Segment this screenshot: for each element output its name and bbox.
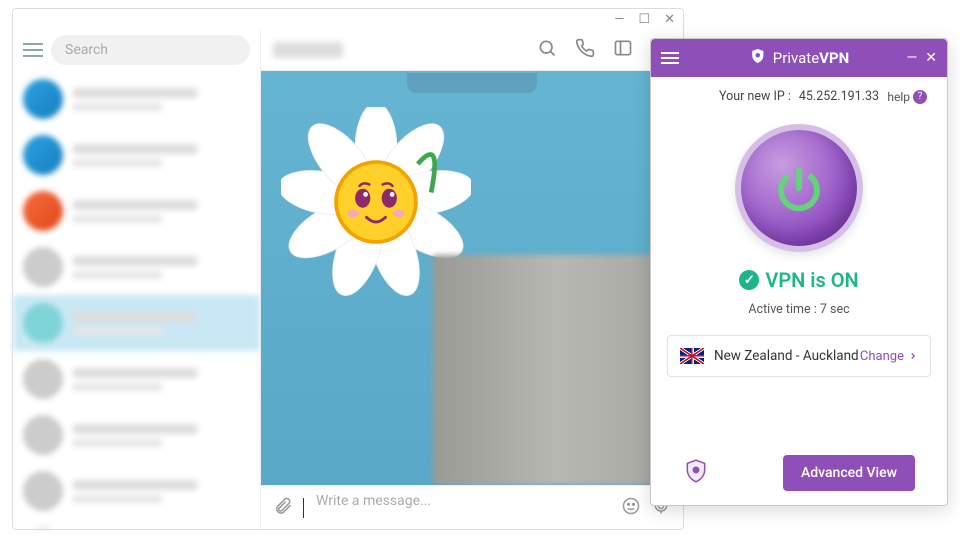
- vpn-location-selector[interactable]: New Zealand - Auckland Change: [667, 335, 931, 377]
- vpn-titlebar: PrivateVPN — ✕: [651, 39, 947, 77]
- check-icon: ✓: [739, 270, 759, 290]
- call-icon[interactable]: [575, 38, 595, 62]
- vpn-brand: PrivateVPN: [749, 47, 849, 69]
- vpn-active-time: Active time : 7 sec: [667, 302, 931, 317]
- image-attachment: [433, 255, 683, 485]
- ip-value: 45.252.191.33: [799, 89, 879, 104]
- change-location-link[interactable]: Change: [860, 349, 918, 364]
- chevron-right-icon: [908, 351, 918, 361]
- chat-header: [261, 29, 683, 71]
- vpn-ip-row: Your new IP : 45.252.191.33 help?: [667, 89, 931, 104]
- maximize-icon[interactable]: ☐: [638, 12, 650, 27]
- list-item[interactable]: [13, 183, 260, 239]
- list-item[interactable]: [13, 463, 260, 519]
- help-link[interactable]: help?: [887, 90, 927, 104]
- message-composer: Write a message...: [261, 485, 683, 529]
- minimize-icon[interactable]: —: [906, 50, 917, 66]
- list-item[interactable]: [13, 519, 260, 529]
- shield-icon: [683, 458, 709, 488]
- message-input[interactable]: Write a message...: [314, 493, 611, 523]
- search-input[interactable]: Search: [51, 35, 250, 65]
- list-item[interactable]: [13, 71, 260, 127]
- menu-icon[interactable]: [23, 49, 43, 51]
- help-icon: ?: [913, 90, 927, 104]
- close-icon[interactable]: ✕: [664, 12, 675, 27]
- chat-sidebar: Search: [13, 29, 261, 529]
- chat-list: [13, 71, 260, 529]
- list-item[interactable]: [13, 295, 260, 351]
- chat-canvas: [261, 71, 683, 485]
- advanced-view-button[interactable]: Advanced View: [783, 455, 915, 491]
- list-item[interactable]: [13, 407, 260, 463]
- shield-icon: [749, 47, 767, 69]
- chat-main: Write a message...: [261, 29, 683, 529]
- sidebar-toggle-icon[interactable]: [613, 38, 633, 62]
- chat-title: [273, 42, 343, 58]
- list-item[interactable]: [13, 351, 260, 407]
- list-item[interactable]: [13, 127, 260, 183]
- emoji-icon[interactable]: [621, 496, 641, 520]
- text-cursor: [303, 498, 304, 518]
- menu-icon[interactable]: [661, 57, 679, 59]
- minimize-icon[interactable]: —: [614, 12, 624, 27]
- chat-window: — ☐ ✕ Search: [12, 8, 684, 530]
- vpn-status: ✓ VPN is ON: [667, 268, 931, 292]
- location-value: New Zealand - Auckland: [714, 348, 860, 364]
- list-item[interactable]: [13, 239, 260, 295]
- vpn-window: PrivateVPN — ✕ Your new IP : 45.252.191.…: [650, 38, 948, 506]
- power-button[interactable]: [735, 124, 863, 252]
- close-icon[interactable]: ✕: [925, 50, 937, 66]
- attach-icon[interactable]: [273, 496, 293, 520]
- flag-icon: [680, 348, 704, 364]
- date-pill: [407, 73, 537, 93]
- power-icon: [772, 161, 826, 215]
- search-icon[interactable]: [537, 38, 557, 62]
- ip-label: Your new IP :: [719, 89, 791, 104]
- chat-titlebar: — ☐ ✕: [13, 9, 683, 29]
